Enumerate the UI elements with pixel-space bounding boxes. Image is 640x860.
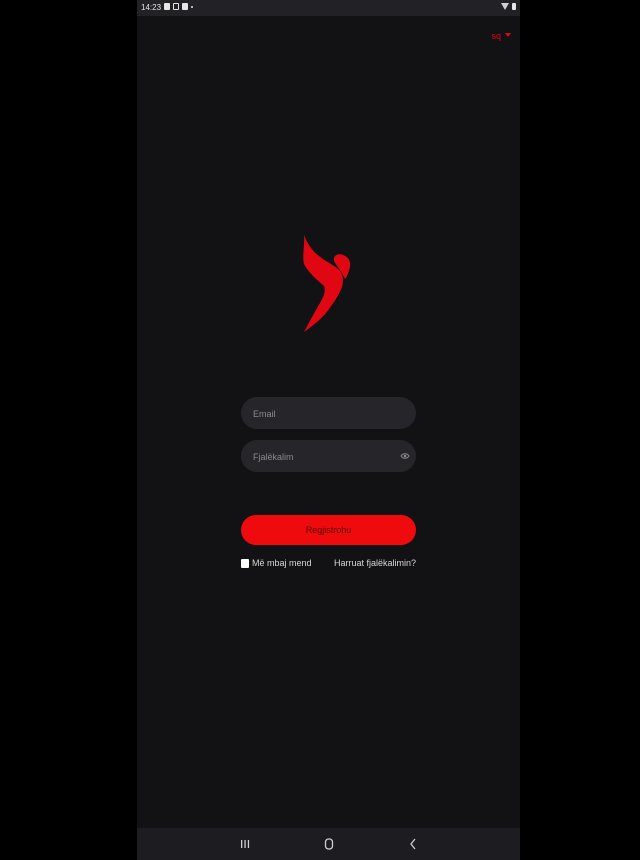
status-time: 14:23	[141, 3, 162, 12]
more-notifications-icon	[191, 5, 193, 8]
news-notification-icon	[173, 3, 179, 10]
wifi-icon	[501, 3, 509, 10]
register-button[interactable]: Regjistrohu	[241, 515, 416, 545]
email-field[interactable]	[241, 397, 416, 431]
language-selector[interactable]: sq	[491, 31, 511, 41]
password-input[interactable]	[251, 440, 396, 474]
phone-screen: 14:23 sq Regjistrohu Më mbaj mend	[137, 0, 520, 860]
recent-apps-icon[interactable]	[237, 837, 253, 851]
app-logo	[303, 235, 351, 332]
gallery-notification-icon	[164, 3, 170, 10]
notification-icons	[164, 3, 193, 10]
logo-swoosh	[303, 235, 343, 332]
navigation-bar	[137, 828, 520, 860]
remember-me-label: Më mbaj mend	[252, 558, 312, 568]
email-input[interactable]	[251, 397, 410, 431]
forgot-password-link[interactable]: Harruat fjalëkalimin?	[334, 558, 416, 568]
caret-down-icon	[505, 32, 511, 37]
battery-icon	[512, 3, 516, 10]
back-icon[interactable]	[405, 837, 421, 851]
system-status-icons	[501, 3, 516, 10]
home-icon[interactable]	[321, 837, 337, 851]
remember-me-checkbox[interactable]	[241, 558, 249, 568]
eye-icon[interactable]	[400, 451, 410, 461]
password-field[interactable]	[241, 440, 416, 474]
remember-me[interactable]: Më mbaj mend	[241, 558, 312, 568]
facebook-notification-icon	[182, 3, 188, 10]
language-code: sq	[491, 31, 501, 41]
status-bar: 14:23	[137, 0, 520, 16]
